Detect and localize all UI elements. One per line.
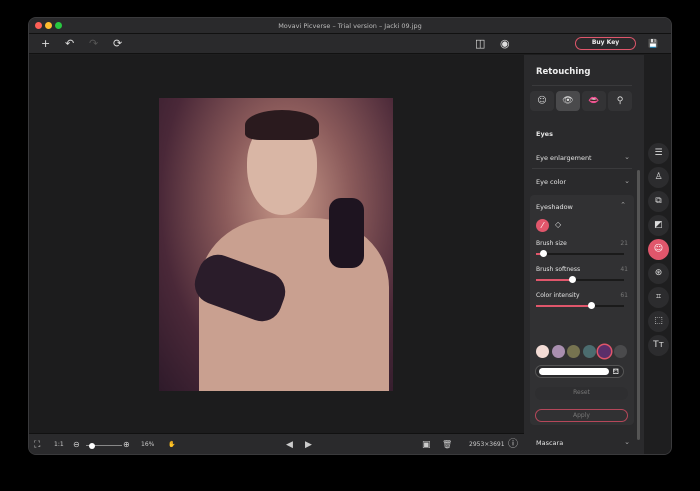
tab-eyes[interactable]: 👁 (556, 91, 580, 111)
chevron-up-icon[interactable]: ⌃ (620, 201, 626, 209)
app-window: Movavi Picverse – Trial version – Jacki … (28, 17, 672, 455)
retouching-panel: Retouching ☺ 👁 👄 ⚲ Eyes Eye enlargement … (524, 55, 644, 454)
previous-image-icon[interactable]: ◀ (286, 438, 293, 452)
color-swatch[interactable] (613, 345, 627, 358)
eyeshadow-header[interactable]: Eyeshadow (536, 203, 573, 211)
one-to-one-button[interactable]: 1:1 (54, 438, 64, 452)
color-swatch[interactable] (567, 345, 580, 358)
slider-1[interactable] (536, 276, 624, 283)
face-icon: ☺ (537, 96, 547, 106)
slider-value: 41 (620, 266, 628, 273)
zoom-level: 16% (141, 441, 155, 448)
title-bar: Movavi Picverse – Trial version – Jacki … (29, 18, 671, 34)
compare-icon[interactable]: ◫ (475, 36, 485, 52)
bottom-bar: ⛶ 1:1 ⊖ ⊕ 16% ✋ ◀ ▶ ▣ 🗑 2953×3691 ⓘ (29, 433, 524, 454)
chevron-down-icon: ⌄ (624, 177, 630, 185)
panel-scrollbar[interactable] (637, 170, 640, 440)
hand-tool-icon[interactable]: ✋ (168, 438, 175, 452)
apply-button[interactable]: Apply (535, 409, 628, 422)
tab-face[interactable]: ☺ (530, 91, 554, 111)
eraser-icon[interactable]: ◇ (555, 220, 561, 229)
lips-icon: 👄 (588, 96, 600, 106)
resize-icon[interactable]: ⬚ (648, 311, 669, 332)
filters-icon[interactable]: ⊛ (648, 263, 669, 284)
image-canvas[interactable] (29, 55, 524, 433)
eye-color-label: Eye color (536, 178, 567, 186)
section-heading: Eyes (536, 130, 553, 138)
color-swatch[interactable] (551, 345, 565, 358)
slider-value: 21 (620, 240, 628, 247)
toolbar: + ↶ ↷ ⟳ ◫ ◉ Buy Key 💾 (29, 34, 671, 54)
maximize-button[interactable] (55, 22, 62, 29)
photo-boxer (159, 98, 393, 391)
text-icon[interactable]: Tт (648, 335, 669, 356)
reset-button[interactable]: Reset (535, 387, 628, 400)
delete-icon[interactable]: 🗑 (442, 438, 452, 452)
slider-2[interactable] (536, 302, 624, 309)
image-icon[interactable]: ▣ (422, 438, 431, 452)
close-button[interactable] (35, 22, 42, 29)
retouch-face-icon[interactable]: ☺ (648, 239, 669, 260)
background-icon[interactable]: ◩ (648, 215, 669, 236)
brush-icon: ⁄ (541, 221, 544, 230)
preview-eye-icon[interactable]: ◉ (500, 36, 510, 52)
image-dimensions: 2953×3691 (469, 441, 505, 448)
slider-0[interactable] (536, 250, 624, 257)
layers-icon[interactable]: ⧉ (648, 191, 669, 212)
mascara-label: Mascara (536, 439, 564, 447)
minimize-button[interactable] (45, 22, 52, 29)
zoom-slider-knob[interactable] (89, 442, 95, 449)
zoom-out-icon[interactable]: ⊖ (73, 438, 80, 452)
color-swatch[interactable] (582, 345, 596, 358)
slider-label: Brush size (536, 240, 567, 247)
info-icon[interactable]: ⓘ (508, 438, 518, 452)
color-swatch[interactable] (598, 345, 611, 358)
save-icon[interactable]: 💾 (648, 36, 658, 52)
stamp-icon[interactable]: ♙ (648, 167, 669, 188)
add-icon[interactable]: + (41, 36, 50, 52)
color-picker-icon[interactable]: ⛾ (612, 366, 619, 377)
adjust-icon[interactable]: ☰ (648, 143, 669, 164)
tool-strip: ☰ ♙ ⧉ ◩ ☺ ⊛ ⌗ ⬚ Tт (644, 55, 671, 454)
tab-lips[interactable]: 👄 (582, 91, 606, 111)
buy-key-button[interactable]: Buy Key (575, 37, 636, 50)
slider-label: Color intensity (536, 292, 580, 299)
redo-icon[interactable]: ↷ (89, 36, 98, 52)
panel-title: Retouching (536, 67, 591, 77)
custom-color-field[interactable]: ⛾ (535, 365, 624, 378)
fit-screen-icon[interactable]: ⛶ (34, 438, 40, 452)
eye-enlargement-label: Eye enlargement (536, 154, 592, 162)
brush-button[interactable]: ⁄ (536, 219, 549, 232)
body-icon: ⚲ (616, 96, 624, 106)
tab-body[interactable]: ⚲ (608, 91, 632, 111)
next-image-icon[interactable]: ▶ (305, 438, 312, 452)
eye-icon: 👁 (562, 96, 574, 106)
color-swatch[interactable] (536, 345, 549, 358)
slider-label: Brush softness (536, 266, 581, 273)
crop-icon[interactable]: ⌗ (648, 287, 669, 308)
eyeshadow-card: Eyeshadow ⌃ ⁄ ◇ Brush size 21 Brush softne… (530, 195, 634, 425)
zoom-in-icon[interactable]: ⊕ (123, 438, 130, 452)
reset-rotate-icon[interactable]: ⟳ (113, 36, 122, 52)
zoom-slider[interactable] (86, 442, 122, 449)
chevron-down-icon: ⌄ (624, 153, 630, 161)
chevron-down-icon: ⌄ (624, 438, 630, 446)
window-title: Movavi Picverse – Trial version – Jacki … (278, 22, 422, 30)
undo-icon[interactable]: ↶ (65, 36, 74, 52)
slider-value: 61 (620, 292, 628, 299)
